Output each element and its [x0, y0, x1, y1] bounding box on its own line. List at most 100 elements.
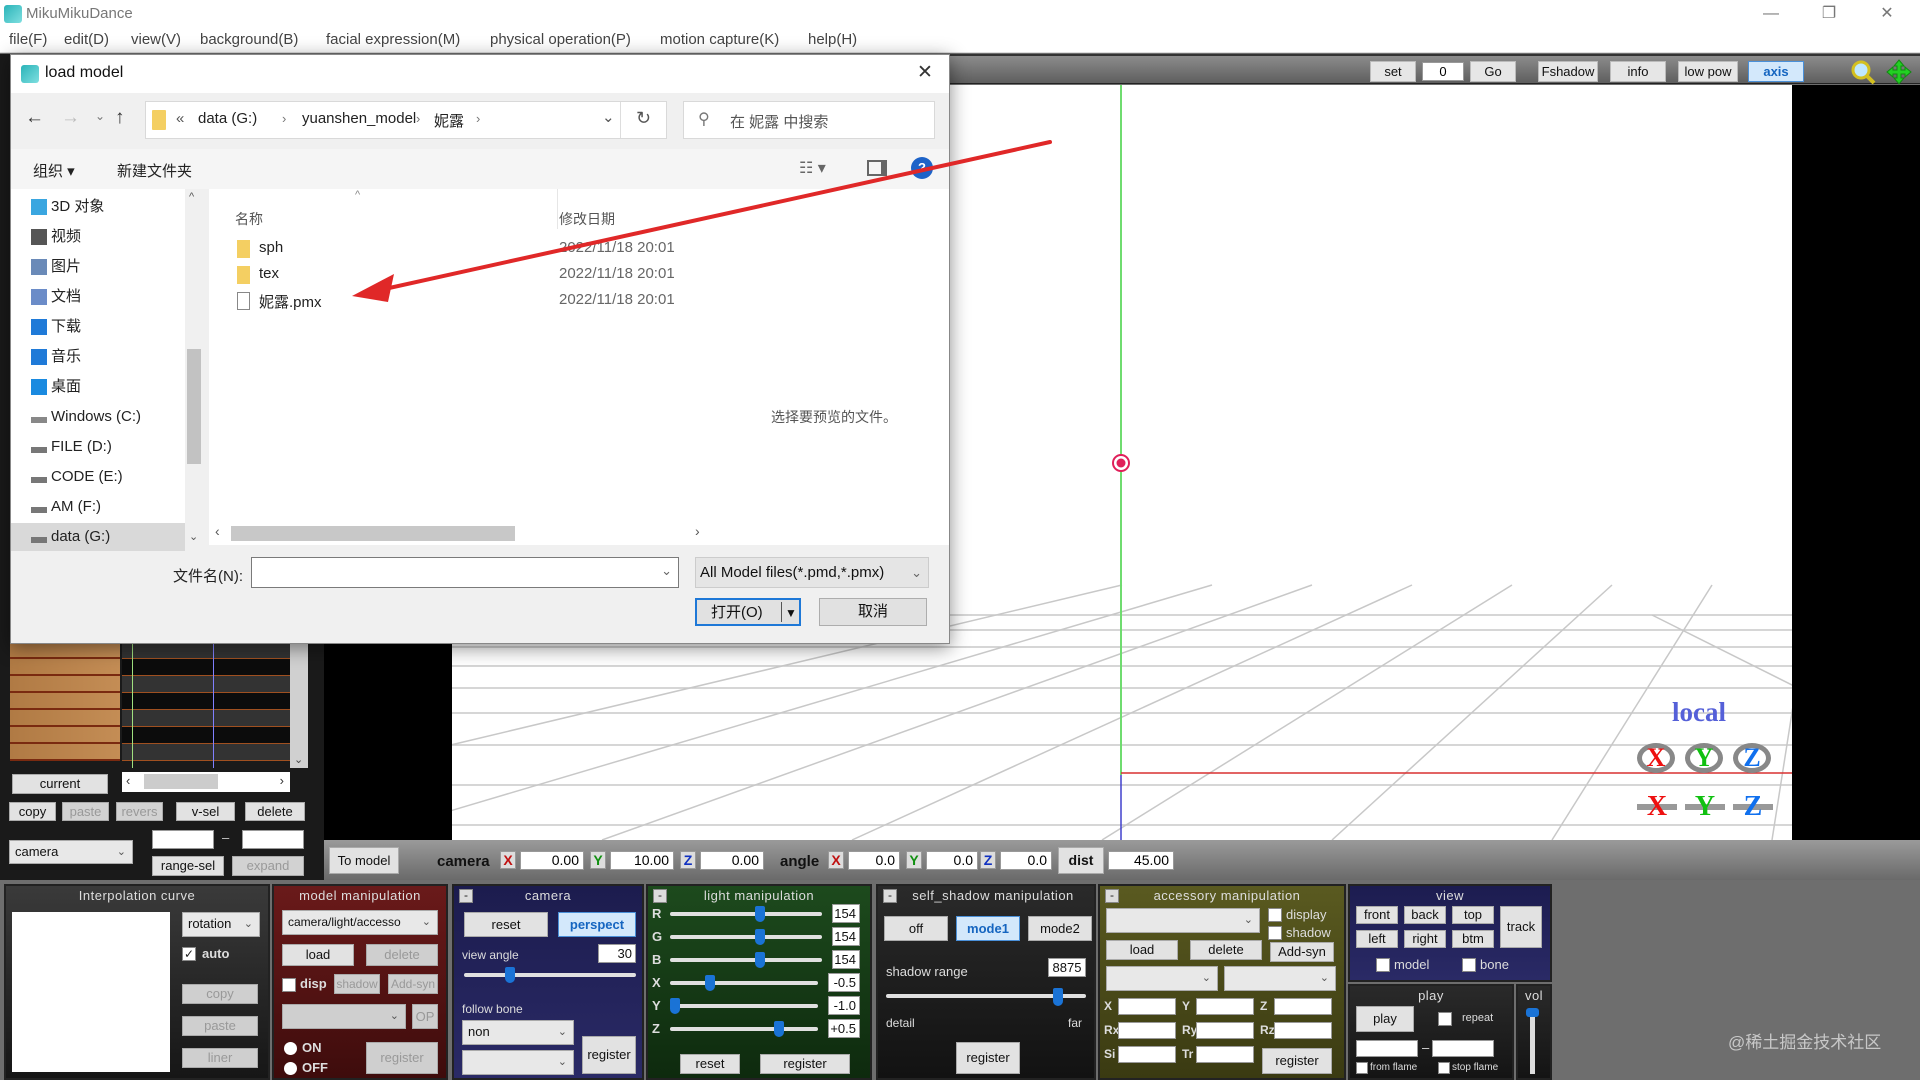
menu-view[interactable]: view(V): [131, 31, 181, 48]
light-g-value[interactable]: 154: [832, 927, 860, 946]
nav-item[interactable]: 视频: [31, 223, 81, 251]
view-track-button[interactable]: track: [1500, 906, 1542, 948]
light-g-slider[interactable]: [670, 929, 822, 945]
back-arrow-icon[interactable]: ←: [25, 107, 44, 129]
nav-item[interactable]: 桌面: [31, 373, 81, 401]
open-button[interactable]: 打开(O) ▼: [695, 598, 801, 626]
info-button[interactable]: info: [1610, 61, 1666, 82]
timeline-vscrollbar[interactable]: ⌄: [290, 642, 308, 768]
new-folder-button[interactable]: 新建文件夹: [117, 160, 192, 181]
curve-copy-button[interactable]: copy: [182, 984, 258, 1004]
column-name-header[interactable]: 名称: [235, 209, 263, 229]
nav-scroll-thumb[interactable]: [187, 349, 201, 464]
nav-item[interactable]: 下载: [31, 313, 81, 341]
on-radio[interactable]: [284, 1042, 297, 1055]
play-to-input[interactable]: [1432, 1040, 1494, 1057]
breadcrumb-separator-icon[interactable]: ›: [282, 111, 286, 126]
cancel-button[interactable]: 取消: [819, 598, 927, 626]
nav-item[interactable]: AM (F:): [31, 493, 101, 521]
recent-dropdown-icon[interactable]: ⌄: [95, 109, 105, 123]
axis-button[interactable]: axis: [1748, 61, 1804, 82]
slider-thumb[interactable]: [670, 998, 680, 1014]
nav-item[interactable]: data (G:): [11, 523, 185, 551]
view-model-checkbox[interactable]: [1376, 958, 1390, 972]
light-y-value[interactable]: -1.0: [828, 996, 860, 1015]
light-z-slider[interactable]: [670, 1021, 818, 1037]
accessory-register-button[interactable]: register: [1262, 1048, 1332, 1074]
light-b-value[interactable]: 154: [832, 950, 860, 969]
angle-y-input[interactable]: 0.0: [926, 851, 978, 870]
camera-z-input[interactable]: 0.00: [700, 851, 764, 870]
menu-help[interactable]: help(H): [808, 31, 857, 48]
filename-input[interactable]: ⌄: [251, 557, 679, 588]
scroll-down-icon[interactable]: ⌄: [294, 753, 303, 766]
accessory-si-input[interactable]: [1118, 1046, 1176, 1063]
accessory-delete-button[interactable]: delete: [1190, 940, 1262, 960]
shadow-off-button[interactable]: off: [884, 916, 948, 941]
timeline-target-select[interactable]: camera ⌄: [9, 840, 133, 864]
slider-thumb[interactable]: [755, 952, 766, 968]
low-pow-button[interactable]: low pow: [1678, 61, 1738, 82]
breadcrumb-separator-icon[interactable]: ›: [476, 111, 480, 126]
timeline-hscrollbar[interactable]: ‹ ›: [122, 772, 290, 792]
light-x-value[interactable]: -0.5: [828, 973, 860, 992]
hscroll-thumb[interactable]: [144, 774, 218, 789]
disp-checkbox[interactable]: [282, 978, 296, 992]
dist-input[interactable]: 45.00: [1108, 851, 1174, 870]
light-r-value[interactable]: 154: [832, 904, 860, 923]
interpolation-type-select[interactable]: rotation ⌄: [182, 912, 260, 937]
scroll-down-icon[interactable]: ⌄: [189, 530, 198, 543]
perspect-button[interactable]: perspect: [558, 912, 636, 937]
filetype-select[interactable]: All Model files(*.pmd,*.pmx) ⌄: [695, 557, 929, 588]
menu-edit[interactable]: edit(D): [64, 31, 109, 48]
volume-slider[interactable]: [1526, 1008, 1539, 1074]
interpolation-curve-canvas[interactable]: [12, 912, 170, 1072]
scroll-up-icon[interactable]: ^: [189, 191, 194, 203]
model-shadow-button[interactable]: shadow: [334, 974, 380, 994]
off-radio[interactable]: [284, 1062, 297, 1075]
view-top-button[interactable]: top: [1452, 906, 1494, 924]
camera-register-button[interactable]: register: [582, 1036, 636, 1074]
view-front-button[interactable]: front: [1356, 906, 1398, 924]
light-z-value[interactable]: +0.5: [828, 1019, 860, 1038]
accessory-shadow-checkbox[interactable]: [1268, 926, 1282, 940]
delete-frames-button[interactable]: delete: [245, 802, 305, 821]
rotate-x-icon[interactable]: X: [1637, 743, 1675, 773]
play-button[interactable]: play: [1356, 1006, 1414, 1032]
forward-arrow-icon[interactable]: →: [61, 107, 80, 129]
view-left-button[interactable]: left: [1356, 930, 1398, 948]
restore-button[interactable]: ❐: [1806, 0, 1852, 28]
range-end-input[interactable]: [242, 830, 304, 849]
chevron-down-icon[interactable]: ⌄: [661, 563, 672, 579]
shadow-range-slider[interactable]: [886, 988, 1086, 1006]
accessory-rz-input[interactable]: [1274, 1022, 1332, 1039]
move-y-icon[interactable]: Y: [1685, 791, 1725, 823]
accessory-bone-select[interactable]: ⌄: [1106, 966, 1218, 991]
copy-frames-button[interactable]: copy: [9, 802, 56, 821]
model-delete-button[interactable]: delete: [366, 944, 438, 966]
nav-item[interactable]: 图片: [31, 253, 81, 281]
column-modified-header[interactable]: 修改日期: [559, 209, 615, 229]
to-model-button[interactable]: To model: [329, 847, 399, 874]
set-frame-button[interactable]: set: [1370, 61, 1416, 82]
close-button[interactable]: ✕: [1864, 0, 1910, 28]
move-z-icon[interactable]: Z: [1733, 791, 1773, 823]
view-btm-button[interactable]: btm: [1452, 930, 1494, 948]
move-cross-icon[interactable]: [1886, 59, 1912, 85]
slider-thumb[interactable]: [755, 906, 766, 922]
bone-select[interactable]: ⌄: [282, 1004, 406, 1029]
accessory-ry-input[interactable]: [1196, 1022, 1254, 1039]
slider-thumb[interactable]: [755, 929, 766, 945]
nav-scrollbar[interactable]: ^ ⌄: [185, 189, 203, 545]
file-hscroll-thumb[interactable]: [231, 526, 515, 541]
shadow-range-input[interactable]: 8875: [1048, 958, 1086, 977]
model-select[interactable]: camera/light/accesso ⌄: [282, 910, 438, 935]
view-angle-input[interactable]: 30: [598, 944, 636, 963]
op-button[interactable]: OP: [412, 1004, 438, 1029]
angle-z-input[interactable]: 0.0: [1000, 851, 1052, 870]
view-right-button[interactable]: right: [1404, 930, 1446, 948]
model-add-syn-button[interactable]: Add-syn: [388, 974, 438, 994]
rotate-z-icon[interactable]: Z: [1733, 743, 1771, 773]
nav-item[interactable]: 3D 对象: [31, 193, 104, 221]
accessory-y-input[interactable]: [1196, 998, 1254, 1015]
